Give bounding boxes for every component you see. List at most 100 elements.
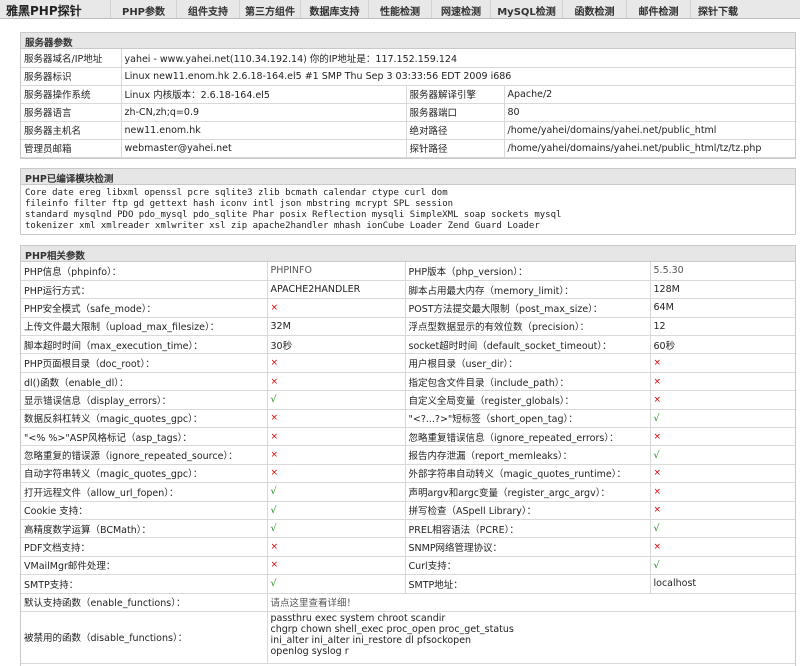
modules-line: Core date ereg libxml openssl pcre sqlit… xyxy=(25,188,448,198)
param-label: VMailMgr邮件处理： xyxy=(21,555,268,576)
modules-line: standard mysqlnd PDO pdo_mysql pdo_sqlit… xyxy=(25,210,562,220)
param-label: SMTP地址： xyxy=(404,574,651,594)
table-row: 数据反斜杠转义（magic_quotes_gpc）： × "<?...?>"短标签（… xyxy=(21,408,795,429)
param-label: 上传文件最大限制（upload_max_filesize）： xyxy=(21,316,268,337)
param-label: 脚本占用最大内存（memory_limit）： xyxy=(404,279,651,300)
param-value: × xyxy=(649,390,795,410)
param-label: 显示错误信息（display_errors）： xyxy=(21,390,268,410)
brand-title[interactable]: 雅黑PHP探针 xyxy=(0,0,110,18)
admin-label: 管理员邮箱 xyxy=(21,138,122,158)
port-value: 80 xyxy=(503,102,795,122)
nav-components[interactable]: 组件支持 xyxy=(176,0,239,18)
nav-mysql[interactable]: MySQL检测 xyxy=(490,0,562,18)
param-label: PDF文档支持： xyxy=(21,537,268,557)
param-value: 60秒 xyxy=(649,335,795,355)
param-value: √ xyxy=(649,555,795,576)
param-value: × xyxy=(266,445,406,465)
disabled-line: ini_alter ini_alter ini_restore dl pfsoc… xyxy=(270,634,472,646)
enable-functions-label: 默认支持函数（enable_functions）： xyxy=(21,593,268,612)
nav-third-party[interactable]: 第三方组件 xyxy=(239,0,300,18)
table-row: SMTP支持： √ SMTP地址： localhost xyxy=(21,574,795,594)
modules-list: Core date ereg libxml openssl pcre sqlit… xyxy=(21,185,795,234)
param-label: 打开远程文件（allow_url_fopen）： xyxy=(21,482,268,502)
modules-line: fileinfo filter ftp gd gettext hash icon… xyxy=(25,199,454,209)
param-label: 忽略重复的错误源（ignore_repeated_source）： xyxy=(21,445,268,465)
server-params-title: 服务器参数 xyxy=(21,33,795,49)
param-value: √ xyxy=(266,574,406,594)
param-value: √ xyxy=(266,482,406,502)
table-row: PHP运行方式： APACHE2HANDLER 脚本占用最大内存（memory_li… xyxy=(21,279,795,300)
table-row: 服务器标识 Linux new11.enom.hk 2.6.18-164.el5… xyxy=(21,66,795,86)
param-label: Curl支持： xyxy=(404,555,651,576)
param-value: × xyxy=(649,500,795,520)
param-label: dl()函数（enable_dl）： xyxy=(21,371,268,392)
nav-speed[interactable]: 网速检测 xyxy=(431,0,490,18)
nav-functions[interactable]: 函数检测 xyxy=(562,0,626,18)
table-row: 管理员邮箱 webmaster@yahei.net 探针路径 /home/yah… xyxy=(21,138,795,158)
param-value: localhost xyxy=(649,574,795,594)
param-label: "<% %>"ASP风格标记（asp_tags）： xyxy=(21,427,268,447)
table-row: 显示错误信息（display_errors）： √ 自定义全局变量（register… xyxy=(21,390,795,410)
param-label: PHP安全模式（safe_mode）： xyxy=(21,298,268,318)
param-label: 忽略重复错误信息（ignore_repeated_errors）： xyxy=(404,427,651,447)
disable-functions-label: 被禁用的函数（disable_functions）： xyxy=(21,610,268,664)
param-value: × xyxy=(266,463,406,484)
param-value: 30秒 xyxy=(266,335,406,355)
param-value: × xyxy=(266,555,406,576)
param-value: × xyxy=(266,408,406,429)
nav-database[interactable]: 数据库支持 xyxy=(300,0,368,18)
table-row: 打开远程文件（allow_url_fopen）： √ 声明argv和argc变量（r… xyxy=(21,482,795,502)
param-label: 自定义全局变量（register_globals）： xyxy=(404,390,651,410)
param-value: × xyxy=(649,371,795,392)
param-value: 32M xyxy=(266,316,406,337)
param-label: Cookie 支持： xyxy=(21,500,268,520)
lang-label: 服务器语言 xyxy=(21,102,122,122)
enable-functions-link[interactable]: 请点这里查看详细！ xyxy=(266,593,795,612)
param-label: 用户根目录（user_dir）： xyxy=(404,353,651,373)
table-row: PHP页面根目录（doc_root）： × 用户根目录（user_dir）： × xyxy=(21,353,795,373)
param-value: 5.5.30 xyxy=(649,262,795,281)
param-label: 拼写检查（ASpell Library）： xyxy=(404,500,651,520)
abspath-value: /home/yahei/domains/yahei.net/public_htm… xyxy=(503,120,795,140)
param-label: SMTP支持： xyxy=(21,574,268,594)
host-value: new11.enom.hk xyxy=(120,120,407,140)
nav-php-params[interactable]: PHP参数 xyxy=(110,0,176,18)
param-value: √ xyxy=(649,445,795,465)
param-value[interactable]: PHPINFO xyxy=(266,262,406,281)
param-label: 脚本超时时间（max_execution_time）： xyxy=(21,335,268,355)
server-params-table: 服务器域名/IP地址 yahei - www.yahei.net(110.34.… xyxy=(21,49,795,158)
param-value: × xyxy=(649,353,795,373)
disable-functions-value: passthru exec system chroot scandir chgr… xyxy=(266,610,795,664)
param-value: APACHE2HANDLER xyxy=(266,279,406,300)
param-value: √ xyxy=(649,408,795,429)
nav-mail[interactable]: 邮件检测 xyxy=(626,0,690,18)
param-value: 12 xyxy=(649,316,795,337)
param-label: POST方法提交最大限制（post_max_size）： xyxy=(404,298,651,318)
param-label: "<?...?>"短标签（short_open_tag）： xyxy=(404,408,651,429)
param-label: 指定包含文件目录（include_path）： xyxy=(404,371,651,392)
nav-download[interactable]: 探针下载 xyxy=(690,0,745,18)
param-label: PHP运行方式： xyxy=(21,279,268,300)
table-row: 高精度数学运算（BCMath）： √ PREL相容语法（PCRE）： √ xyxy=(21,518,795,539)
table-row: dl()函数（enable_dl）： × 指定包含文件目录（include_path… xyxy=(21,371,795,392)
disabled-line: chgrp chown shell_exec proc_open proc_ge… xyxy=(270,623,514,635)
param-label: 声明argv和argc变量（register_argc_argv）： xyxy=(404,482,651,502)
param-value: × xyxy=(266,353,406,373)
nav-performance[interactable]: 性能检测 xyxy=(368,0,431,18)
param-value: × xyxy=(266,298,406,318)
param-value: × xyxy=(266,537,406,557)
param-label: socket超时时间（default_socket_timeout）： xyxy=(404,335,651,355)
disabled-line: passthru exec system chroot scandir xyxy=(270,612,446,624)
param-label: 高精度数学运算（BCMath）： xyxy=(21,518,268,539)
os-label: 服务器操作系统 xyxy=(21,84,122,104)
param-label: 浮点型数据显示的有效位数（precision）： xyxy=(404,316,651,337)
param-value: √ xyxy=(649,518,795,539)
table-row: VMailMgr邮件处理： × Curl支持： √ xyxy=(21,555,795,576)
param-label: 自动字符串转义（magic_quotes_gpc）： xyxy=(21,463,268,484)
server-params-section: 服务器参数 服务器域名/IP地址 yahei - www.yahei.net(1… xyxy=(20,32,796,159)
param-label: PREL相容语法（PCRE）： xyxy=(404,518,651,539)
ident-label: 服务器标识 xyxy=(21,66,122,86)
top-nav: 雅黑PHP探针 PHP参数 组件支持 第三方组件 数据库支持 性能检测 网速检测… xyxy=(0,0,800,19)
port-label: 服务器端口 xyxy=(405,102,505,122)
table-row: PHP信息（phpinfo）： PHPINFO PHP版本（php_version）… xyxy=(21,262,795,281)
